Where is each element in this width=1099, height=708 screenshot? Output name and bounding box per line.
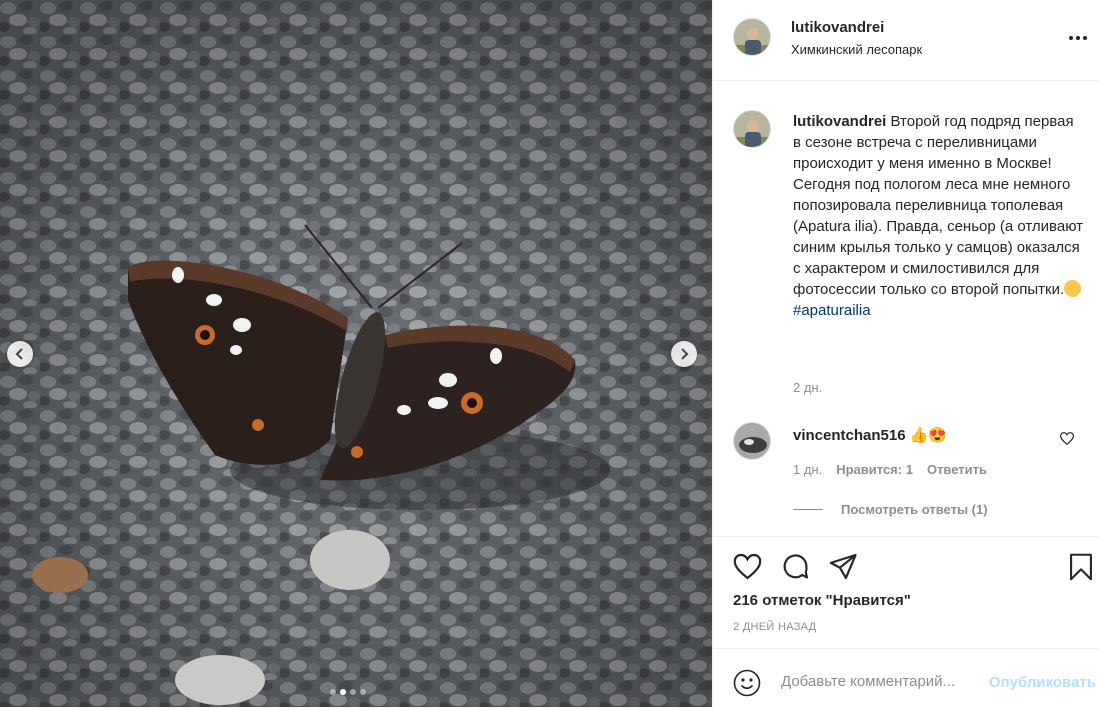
heart-icon [1059,432,1075,446]
carousel-indicator [330,689,366,695]
view-replies-button[interactable]: Посмотреть ответы (1) [793,502,988,517]
publish-button[interactable]: Опубликовать [989,674,1096,691]
share-icon [829,553,857,580]
previous-photo-button[interactable] [7,341,33,367]
replies-divider [793,509,823,510]
post-photo[interactable] [0,0,712,707]
user-avatar-image [734,111,770,147]
comment-likes[interactable]: Нравится: 1 [836,462,913,477]
add-comment-bar: Опубликовать [713,648,1099,708]
grinning-emoji-icon [1064,280,1082,297]
bookmark-icon [1070,553,1092,581]
caption-hashtag[interactable]: #apaturailia [793,302,871,319]
share-button[interactable] [829,553,858,585]
caption-avatar[interactable] [733,110,771,148]
reply-button[interactable]: Ответить [927,462,987,477]
carousel-dot [360,689,366,695]
comment-emojis: 👍😍 [909,427,948,444]
post-date: 2 ДНЕЙ НАЗАД [733,621,817,633]
comment-meta: 1 дн. Нравится: 1 Ответить [793,462,987,477]
likes-count[interactable]: 216 отметок "Нравится" [733,592,911,609]
comment: vincentchan516 👍😍 [793,426,947,444]
emoji-button[interactable] [733,669,761,702]
commenter-username[interactable]: vincentchan516 [793,427,906,444]
post-actions: 216 отметок "Нравится" 2 ДНЕЙ НАЗАД [713,536,1099,649]
view-replies-label: Посмотреть ответы (1) [841,502,988,517]
comment-button[interactable] [781,552,810,586]
comment-like-button[interactable] [1059,432,1075,450]
post-caption: lutikovandrei Второй год подряд первая в… [793,111,1083,321]
chevron-left-icon [15,348,23,360]
emoji-icon [733,669,761,697]
chevron-right-icon [681,348,689,360]
comment-time: 1 дн. [793,462,823,477]
more-options-icon[interactable] [1069,36,1087,40]
like-button[interactable] [733,553,762,585]
save-button[interactable] [1068,553,1094,586]
butterfly-photo [0,0,712,707]
commenter-avatar-image [734,423,770,459]
next-photo-button[interactable] [671,341,697,367]
avatar[interactable] [733,18,771,56]
commenter-avatar[interactable] [733,422,771,460]
caption-text: Второй год подряд первая в сезоне встреч… [793,113,1083,298]
heart-icon [733,553,762,580]
comment-icon [783,554,809,579]
carousel-dot [330,689,336,695]
post-panel: lutikovandrei Химкинский лесопарк lutiko… [712,0,1099,707]
caption-username[interactable]: lutikovandrei [793,113,886,130]
caption-timestamp: 2 дн. [793,380,823,395]
post-author-username[interactable]: lutikovandrei [791,19,884,36]
comment-input[interactable] [781,673,981,690]
post-header: lutikovandrei Химкинский лесопарк [713,0,1099,81]
carousel-dot [350,689,356,695]
user-avatar-image [734,19,770,55]
carousel-dot-active [340,689,346,695]
post-location[interactable]: Химкинский лесопарк [791,42,922,57]
